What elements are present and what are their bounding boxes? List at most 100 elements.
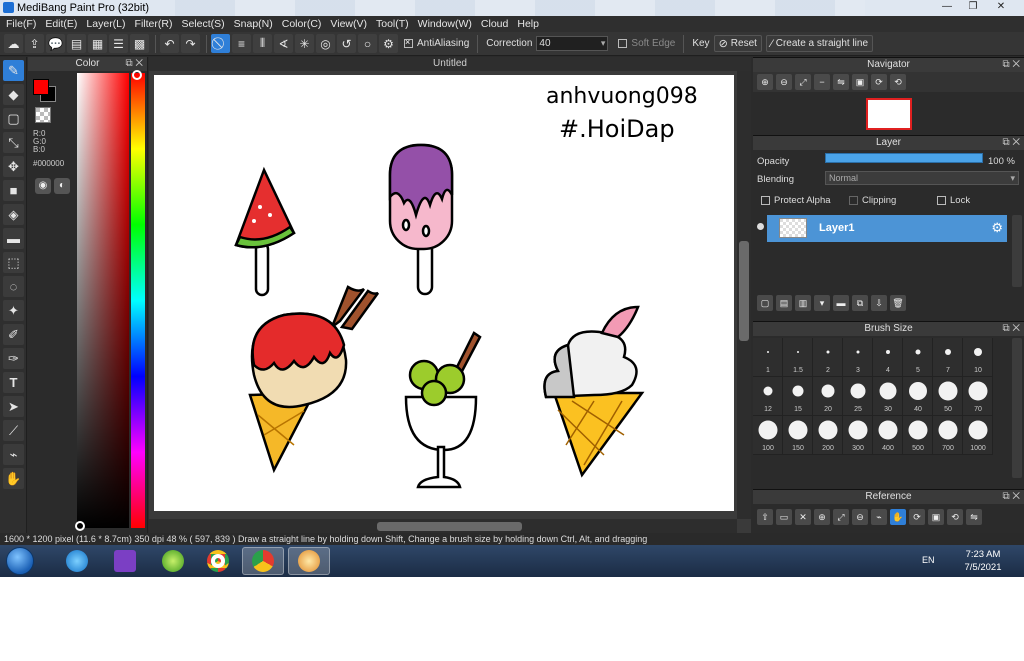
correction-dropdown[interactable]: 40 (536, 36, 609, 51)
divide-tool-icon[interactable]: ⟋ (3, 420, 24, 441)
menu-edit[interactable]: Edit(E) (45, 18, 77, 30)
brush-size-cell[interactable]: 150 (783, 416, 813, 455)
taskbar-visual-studio[interactable] (104, 547, 146, 575)
brush-size-cell[interactable]: 3 (843, 338, 873, 377)
layer-visibility-icon[interactable] (757, 223, 764, 230)
taskbar-ie[interactable] (56, 547, 98, 575)
reference-actual-size-icon[interactable]: ▣ (928, 509, 944, 525)
reference-zoom-in-icon[interactable]: ⊕ (814, 509, 830, 525)
fit-icon[interactable]: ⤢ (795, 74, 811, 90)
brush-size-cell[interactable]: 300 (843, 416, 873, 455)
angle-snap-icon[interactable]: ∢ (274, 34, 293, 53)
brush-size-cell[interactable]: 4 (873, 338, 903, 377)
close-button[interactable]: ✕ (990, 1, 1012, 14)
language-indicator[interactable]: EN (922, 555, 935, 565)
new-layer-icon[interactable]: ▢ (757, 295, 773, 311)
palette-icon[interactable]: ◉ (35, 178, 51, 194)
zoom-out-icon[interactable]: ⊖ (776, 74, 792, 90)
brush-size-cell[interactable]: 700 (933, 416, 963, 455)
drawing-canvas[interactable]: anhvuong098 #.HoiDap (154, 75, 734, 511)
brush-size-cell[interactable]: 2 (813, 338, 843, 377)
eyedropper-tool-icon[interactable]: ⌁ (3, 444, 24, 465)
brush-size-cell[interactable]: 200 (813, 416, 843, 455)
reference-close-icon[interactable]: ✕ (795, 509, 811, 525)
hand-tool-icon[interactable]: ✋ (3, 468, 24, 489)
reset-button[interactable]: ⊘ Reset (713, 35, 762, 52)
brush-size-cell[interactable]: 1000 (963, 416, 993, 455)
actual-size-icon[interactable]: ▣ (852, 74, 868, 90)
vertical-scrollbar[interactable] (737, 71, 751, 519)
lock-checkbox[interactable] (937, 196, 946, 205)
reference-flip-icon[interactable]: ⇋ (966, 509, 982, 525)
reference-hand-icon[interactable]: ✋ (890, 509, 906, 525)
merge-layer-icon[interactable]: ⇩ (871, 295, 887, 311)
brush-size-cell[interactable]: 20 (813, 377, 843, 416)
brush-size-cell[interactable]: 100 (753, 416, 783, 455)
taskbar-medibang[interactable] (288, 547, 330, 575)
menu-window[interactable]: Window(W) (418, 18, 472, 30)
layer-item[interactable]: Layer1 ⚙ (767, 215, 1007, 242)
select-pen-tool-icon[interactable]: ✐ (3, 324, 24, 345)
zoom-minus-icon[interactable]: − (814, 74, 830, 90)
zoom-in-icon[interactable]: ⊕ (757, 74, 773, 90)
saturation-value-picker[interactable] (77, 73, 129, 528)
reference-upload-icon[interactable]: ⇧ (757, 509, 773, 525)
brush-size-cell[interactable]: 1 (753, 338, 783, 377)
system-clock[interactable]: 7:23 AM 7/5/2021 (958, 548, 1008, 574)
reference-rotate-icon[interactable]: ⟳ (909, 509, 925, 525)
minimize-button[interactable]: — (936, 1, 958, 14)
soft-edge-option[interactable]: Soft Edge (618, 38, 675, 49)
clipping-checkbox[interactable] (849, 196, 858, 205)
protect-alpha-option[interactable]: Protect Alpha (761, 195, 831, 206)
soft-edge-checkbox[interactable] (618, 39, 628, 48)
menu-cloud[interactable]: Cloud (481, 18, 508, 30)
layer-list-scrollbar[interactable] (1012, 215, 1022, 287)
horizontal-scroll-thumb[interactable] (377, 522, 522, 531)
duplicate-layer-icon[interactable]: ⧉ (852, 295, 868, 311)
grid-icon[interactable]: ▩ (130, 34, 149, 53)
brush-size-cell[interactable]: 500 (903, 416, 933, 455)
eraser-tool-icon[interactable]: ◆ (3, 84, 24, 105)
straight-line-button[interactable]: ⁄ Create a straight line (765, 35, 874, 52)
radial-snap-icon[interactable]: ✳ (295, 34, 314, 53)
ellipse-snap-icon[interactable]: ○ (358, 34, 377, 53)
blending-dropdown[interactable]: Normal (825, 171, 1019, 185)
dot-tool-icon[interactable]: ⤡ (3, 132, 24, 153)
move-tool-icon[interactable]: ✥ (3, 156, 24, 177)
snap-off-icon[interactable]: ⃠ (211, 34, 230, 53)
brush-size-cell[interactable]: 400 (873, 416, 903, 455)
brush-size-cell[interactable]: 1.5 (783, 338, 813, 377)
parallel-snap-icon[interactable]: ≡ (232, 34, 251, 53)
menu-layer[interactable]: Layer(L) (86, 18, 125, 30)
magic-wand-tool-icon[interactable]: ✦ (3, 300, 24, 321)
menu-filter[interactable]: Filter(R) (135, 18, 173, 30)
brush-size-cell[interactable]: 10 (963, 338, 993, 377)
opacity-slider[interactable] (825, 153, 983, 163)
menu-color[interactable]: Color(C) (282, 18, 322, 30)
reference-reset-icon[interactable]: ⟲ (947, 509, 963, 525)
add-layer-menu-icon[interactable]: ▾ (814, 295, 830, 311)
share-icon[interactable]: ⇪ (25, 34, 44, 53)
brush-size-cell[interactable]: 5 (903, 338, 933, 377)
hue-knob[interactable] (132, 70, 142, 80)
taskbar-chrome[interactable] (197, 547, 239, 575)
bucket-tool-icon[interactable]: ◈ (3, 204, 24, 225)
brush-size-scrollbar[interactable] (1012, 338, 1022, 478)
flip-icon[interactable]: ⇋ (833, 74, 849, 90)
navigator-thumbnail[interactable] (866, 98, 912, 130)
comment-icon[interactable]: 💬 (46, 34, 65, 53)
hue-slider[interactable] (131, 73, 145, 528)
panel-float-close-icon[interactable]: ⧉ ✕ (125, 57, 143, 71)
protect-alpha-checkbox[interactable] (761, 196, 770, 205)
clipping-option[interactable]: Clipping (849, 195, 896, 206)
menu-help[interactable]: Help (517, 18, 539, 30)
taskbar-chrome-open[interactable] (242, 547, 284, 575)
brush-size-cell[interactable]: 70 (963, 377, 993, 416)
layer-settings-icon[interactable]: ⚙ (991, 220, 1003, 236)
operation-tool-icon[interactable]: ➤ (3, 396, 24, 417)
cloud-icon[interactable]: ☁ (4, 34, 23, 53)
new-halftone-layer-icon[interactable]: ▤ (776, 295, 792, 311)
brush-size-cell[interactable]: 12 (753, 377, 783, 416)
antialiasing-option[interactable]: AntiAliasing (404, 37, 469, 49)
brush-size-cell[interactable]: 25 (843, 377, 873, 416)
